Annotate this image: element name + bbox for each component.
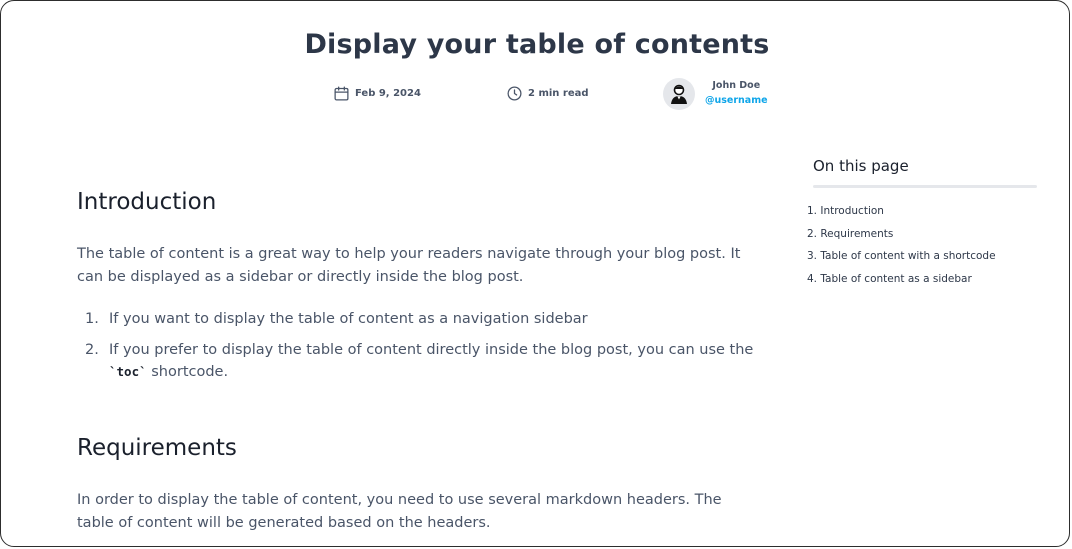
user-avatar-icon — [671, 84, 687, 104]
list-item: 2. If you prefer to display the table of… — [85, 339, 757, 383]
avatar[interactable] — [663, 78, 695, 110]
post-date: Feb 9, 2024 — [333, 85, 421, 102]
page-title: Display your table of contents — [304, 29, 770, 60]
list-number: 2. — [85, 342, 99, 358]
toc-list: 1. Introduction 2. Requirements 3. Table… — [807, 200, 1037, 290]
calendar-icon — [334, 86, 349, 101]
toc-title: On this page — [813, 157, 909, 175]
intro-list: 1. If you want to display the table of c… — [85, 308, 757, 392]
toc-item-requirements[interactable]: 2. Requirements — [807, 223, 1037, 246]
read-time: 2 min read — [506, 85, 589, 102]
toc-item-sidebar[interactable]: 4. Table of content as a sidebar — [807, 268, 1037, 291]
intro-paragraph: The table of content is a great way to h… — [77, 246, 741, 285]
heading-requirements: Requirements — [77, 435, 237, 461]
toc-divider — [813, 185, 1037, 188]
heading-introduction: Introduction — [77, 189, 217, 215]
requirements-paragraph: In order to display the table of content… — [77, 492, 722, 531]
toc-code-snippet: `toc` — [109, 364, 147, 379]
list-item-text: If you want to display the table of cont… — [109, 311, 588, 327]
list-item-text-tail: shortcode. — [146, 364, 229, 380]
read-time-text: 2 min read — [528, 88, 589, 99]
list-item-text: If you prefer to display the table of co… — [109, 342, 754, 358]
author-name: John Doe — [712, 80, 761, 91]
toc-item-introduction[interactable]: 1. Introduction — [807, 200, 1037, 223]
toc-item-shortcode[interactable]: 3. Table of content with a shortcode — [807, 245, 1037, 268]
author-block[interactable]: John Doe @username — [663, 78, 768, 110]
post-date-text: Feb 9, 2024 — [355, 88, 421, 99]
list-number: 1. — [85, 311, 99, 327]
clock-icon — [507, 86, 522, 101]
browser-frame: Display your table of contents Feb 9, 20… — [0, 0, 1070, 547]
list-item: 1. If you want to display the table of c… — [85, 308, 757, 330]
table-of-contents-sidebar: On this page 1. Introduction 2. Requirem… — [807, 157, 1037, 290]
author-handle-link[interactable]: @username — [705, 93, 768, 109]
